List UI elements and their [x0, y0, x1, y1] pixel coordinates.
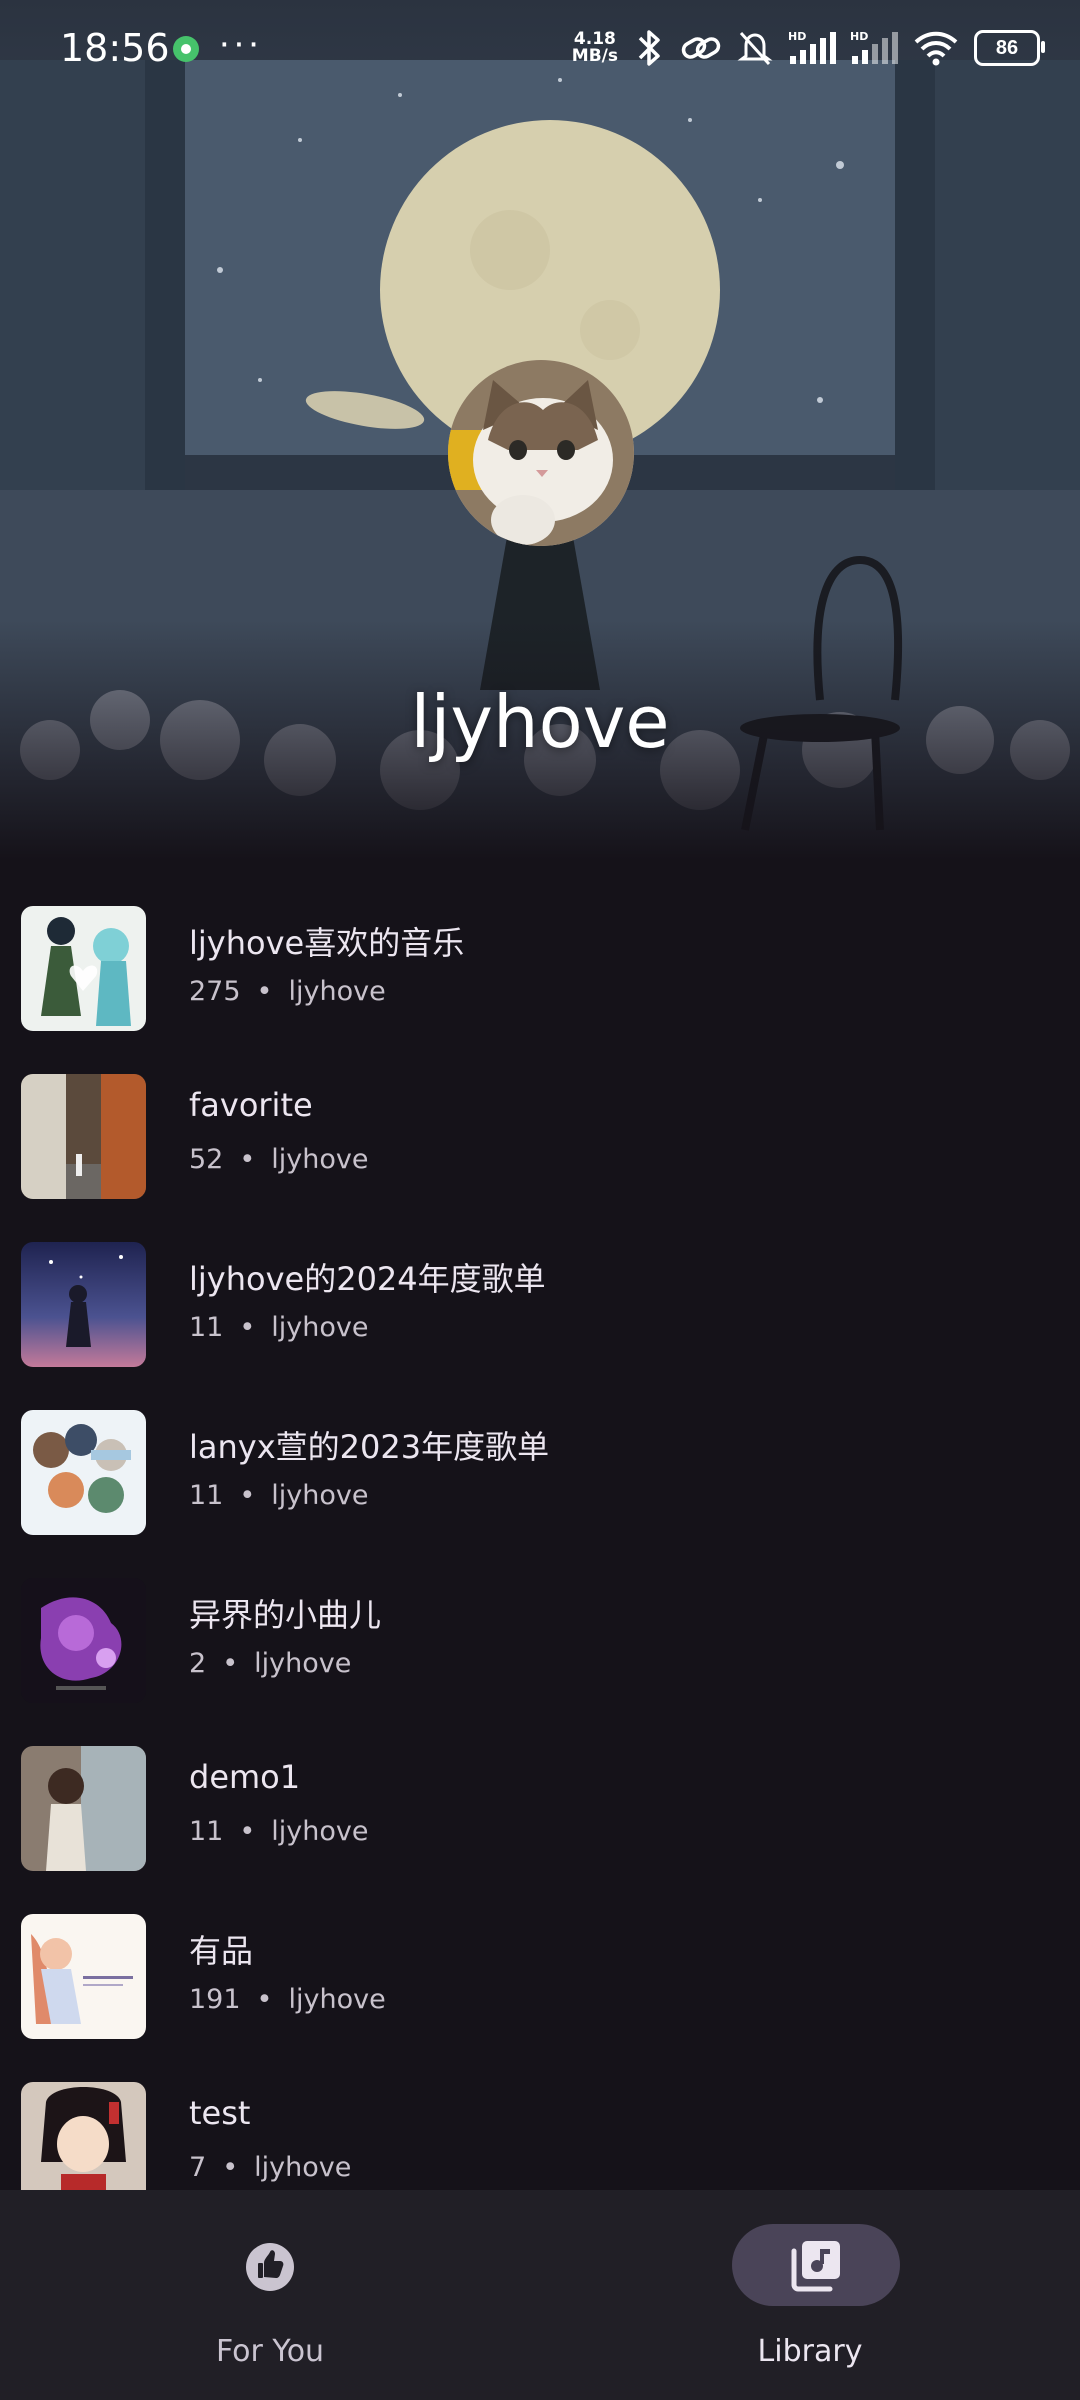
- playlist-item[interactable]: ljyhove喜欢的音乐 275 • ljyhove: [0, 872, 1080, 1040]
- playlist-title: 异界的小曲儿: [189, 1596, 382, 1634]
- battery-indicator: 86: [974, 30, 1045, 66]
- playlist-meta: 52 • ljyhove: [189, 1144, 369, 1175]
- playlist-cover: [21, 1410, 146, 1535]
- playlist-item[interactable]: favorite 52 • ljyhove: [0, 1040, 1080, 1208]
- playlist-item[interactable]: 有品 191 • ljyhove: [0, 1880, 1080, 2048]
- nav-for-you-label: For You: [215, 2334, 325, 2369]
- nav-library-pill[interactable]: [732, 2224, 900, 2306]
- playlist-title: demo1: [189, 1758, 301, 1796]
- playlist-cover: [21, 2082, 146, 2207]
- playlist-cover: [21, 1242, 146, 1367]
- playlist-title: favorite: [189, 1086, 313, 1124]
- playlist-cover: [21, 1746, 146, 1871]
- nav-library[interactable]: Library: [540, 2190, 1080, 2400]
- nav-for-you[interactable]: For You: [0, 2190, 540, 2400]
- playlist-meta: 11 • ljyhove: [189, 1312, 369, 1343]
- playlist-cover: [21, 1914, 146, 2039]
- signal-hd-icon-2: HD: [850, 30, 898, 64]
- signal-hd-icon-1: HD: [788, 30, 836, 64]
- playlist-title: lanyx萱的2023年度歌单: [189, 1428, 550, 1466]
- svg-text:HD: HD: [788, 30, 806, 43]
- bell-off-icon: [737, 31, 773, 66]
- status-time: 18:56: [60, 26, 170, 70]
- bottom-navigation-bar: For You Library: [0, 2190, 1080, 2400]
- playlist-meta: 2 • ljyhove: [189, 1648, 352, 1679]
- status-bar: 18:56 ··· 4.18 MB/s HD HD 86: [0, 0, 1080, 100]
- link-icon: [681, 37, 721, 59]
- profile-name: ljyhove: [410, 680, 670, 764]
- profile-header: 18:56 ··· 4.18 MB/s HD HD 86 ljyhove: [0, 0, 1080, 860]
- playlist-cover: [21, 1074, 146, 1199]
- for-you-icon: [246, 2243, 294, 2291]
- more-notifications-icon: ···: [218, 22, 262, 64]
- svg-text:HD: HD: [850, 30, 868, 43]
- playlist-item[interactable]: demo1 11 • ljyhove: [0, 1712, 1080, 1880]
- nav-for-you-pill[interactable]: [186, 2224, 354, 2306]
- cat-avatar-image: [448, 360, 634, 546]
- bluetooth-icon: [638, 30, 660, 66]
- playlist-item[interactable]: lanyx萱的2023年度歌单 11 • ljyhove: [0, 1376, 1080, 1544]
- network-speed: 4.18 MB/s: [571, 29, 618, 66]
- playlist-meta: 7 • ljyhove: [189, 2152, 352, 2183]
- playlist-item[interactable]: 异界的小曲儿 2 • ljyhove: [0, 1544, 1080, 1712]
- app-notification-icon: [173, 36, 199, 62]
- playlist-cover: [21, 906, 146, 1031]
- library-music-icon: [791, 2241, 840, 2292]
- playlist-meta: 11 • ljyhove: [189, 1816, 369, 1847]
- wifi-icon: [914, 31, 958, 66]
- profile-avatar[interactable]: [448, 360, 634, 546]
- playlist-meta: 191 • ljyhove: [189, 1984, 386, 2015]
- playlist-meta: 11 • ljyhove: [189, 1480, 369, 1511]
- playlist-item[interactable]: ljyhove的2024年度歌单 11 • ljyhove: [0, 1208, 1080, 1376]
- playlist-meta: 275 • ljyhove: [189, 976, 386, 1007]
- nav-library-label: Library: [757, 2334, 863, 2369]
- playlist-title: 有品: [189, 1932, 254, 1970]
- playlist-title: test: [189, 2094, 251, 2132]
- playlist-title: ljyhove的2024年度歌单: [189, 1260, 546, 1298]
- playlist-title: ljyhove喜欢的音乐: [189, 924, 465, 962]
- playlist-cover: [21, 1578, 146, 1703]
